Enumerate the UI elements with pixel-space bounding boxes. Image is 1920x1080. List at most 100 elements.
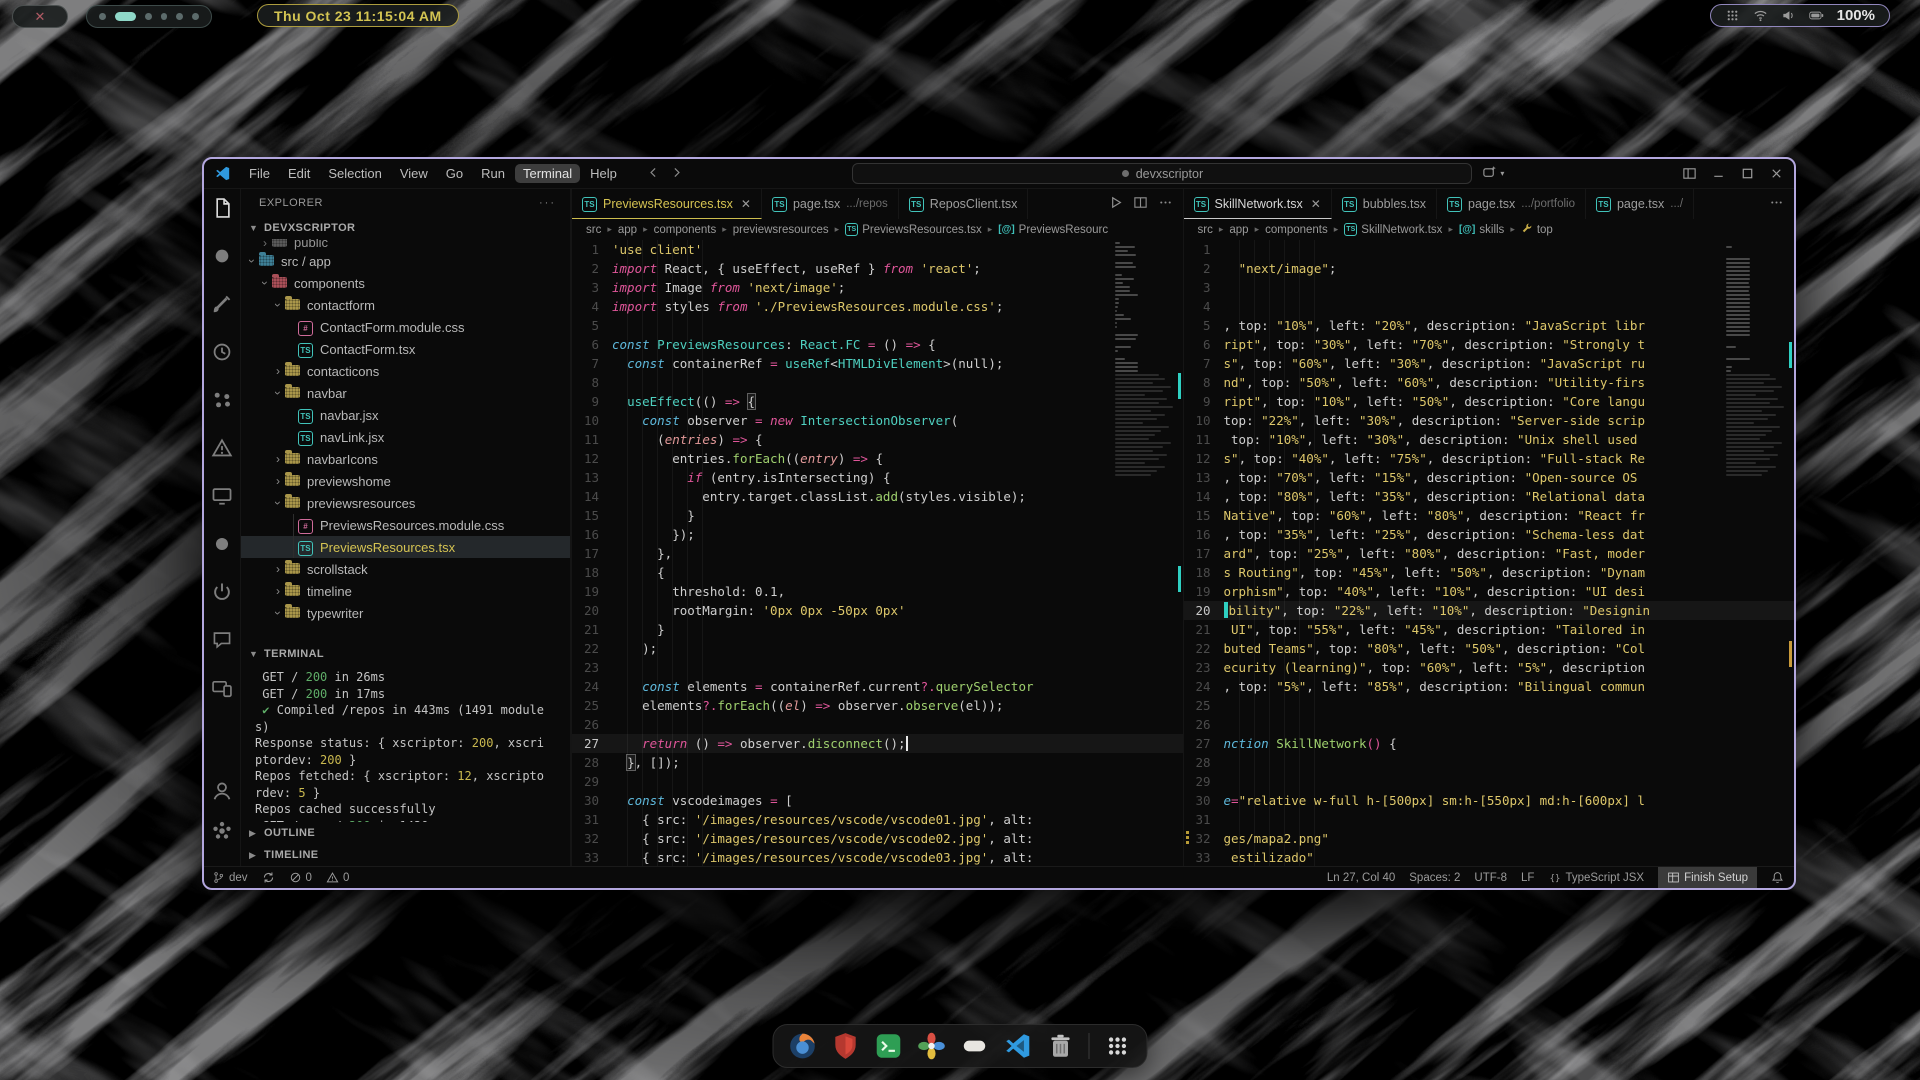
tab-page-tsx[interactable]: TSpage.tsx.../ [1586, 189, 1694, 219]
status-typescript-jsx[interactable]: {}TypeScript JSX [1548, 871, 1644, 884]
tree-item[interactable]: ›contacticons [241, 360, 570, 382]
menu-run[interactable]: Run [473, 164, 513, 183]
dock-terminal-icon[interactable] [874, 1031, 904, 1061]
section-timeline[interactable]: ▶TIMELINE [241, 844, 570, 866]
breadcrumb-item[interactable]: previewsresources [733, 224, 829, 236]
breadcrumb-item[interactable]: src [1198, 224, 1213, 236]
settings-icon[interactable] [211, 820, 233, 842]
status-0[interactable]: 0 [289, 871, 312, 884]
breadcrumb-item[interactable]: [@]PreviewsResourc [998, 224, 1108, 236]
brush-icon[interactable] [211, 293, 233, 315]
status-sync[interactable] [262, 871, 275, 884]
breadcrumb-item[interactable]: app [1229, 224, 1248, 236]
extensions-icon[interactable] [211, 389, 233, 411]
record-icon[interactable] [211, 533, 233, 555]
account-icon[interactable] [211, 780, 233, 802]
files-icon[interactable] [211, 197, 233, 219]
split-icon[interactable] [1133, 195, 1148, 213]
status-lf[interactable]: LF [1521, 872, 1534, 884]
maximize-button[interactable] [1740, 166, 1755, 181]
dock-capsule-icon[interactable] [960, 1031, 990, 1061]
tree-item[interactable]: ›navbar [241, 382, 570, 404]
dock-browser-icon[interactable] [788, 1031, 818, 1061]
power-icon[interactable] [211, 581, 233, 603]
breadcrumb-item[interactable]: TSPreviewsResources.tsx [845, 223, 982, 236]
workspace-dot[interactable] [176, 13, 183, 20]
tab-bubbles-tsx[interactable]: TSbubbles.tsx [1332, 189, 1437, 219]
nav-forward-icon[interactable] [670, 166, 683, 182]
explorer-more-icon[interactable]: ··· [539, 197, 556, 209]
breadcrumb-item[interactable]: components [654, 224, 717, 236]
history-icon[interactable] [211, 341, 233, 363]
terminal-section-header[interactable]: ▼ TERMINAL [241, 643, 570, 665]
close-button[interactable] [1769, 166, 1784, 181]
breadcrumb-item[interactable]: src [586, 224, 601, 236]
nav-back-icon[interactable] [647, 166, 660, 182]
search-icon[interactable] [211, 245, 233, 267]
status-ln-27-col-40[interactable]: Ln 27, Col 40 [1327, 872, 1395, 884]
code-editor[interactable]: 1'use client'2import React, { useEffect,… [572, 240, 1183, 866]
tree-item[interactable]: ›previewsresources [241, 492, 570, 514]
menu-help[interactable]: Help [582, 164, 625, 183]
breadcrumb-item[interactable]: TSSkillNetwork.tsx [1344, 223, 1442, 236]
run-icon[interactable] [1108, 195, 1123, 213]
workspace-dot[interactable] [161, 13, 168, 20]
tab-reposclient-tsx[interactable]: TSReposClient.tsx [899, 189, 1029, 219]
status-bell[interactable] [1771, 871, 1784, 884]
status-utf-8[interactable]: UTF-8 [1474, 872, 1507, 884]
tree-item[interactable]: ›typewriter [241, 602, 570, 624]
menu-go[interactable]: Go [438, 164, 471, 183]
tree-item[interactable]: #PreviewsResources.module.css [241, 514, 570, 536]
minimap[interactable] [1726, 242, 1792, 866]
menu-file[interactable]: File [241, 164, 278, 183]
tree-item[interactable]: ›components [241, 272, 570, 294]
tree-item[interactable]: ›previewshome [241, 470, 570, 492]
section-outline[interactable]: ▶OUTLINE [241, 822, 570, 844]
dock-vscode-icon[interactable] [1003, 1031, 1033, 1061]
tree-item[interactable]: ›src / app [241, 250, 570, 272]
tab-page-tsx[interactable]: TSpage.tsx.../portfolio [1437, 189, 1586, 219]
minimize-button[interactable] [1711, 166, 1726, 181]
tree-item[interactable]: #ContactForm.module.css [241, 316, 570, 338]
alert-icon[interactable] [211, 437, 233, 459]
tree-item[interactable]: ›scrollstack [241, 558, 570, 580]
more-icon[interactable] [1769, 195, 1784, 213]
dock-shield-icon[interactable] [831, 1031, 861, 1061]
tab-skillnetwork-tsx[interactable]: TSSkillNetwork.tsx✕ [1184, 189, 1332, 219]
command-center-search[interactable]: devxscriptor [852, 163, 1472, 184]
tree-item[interactable]: TSnavbar.jsx [241, 404, 570, 426]
system-status-pill[interactable]: 100% [1710, 4, 1890, 27]
tree-item[interactable]: TSPreviewsResources.tsx [241, 536, 570, 558]
chat-icon[interactable] [211, 629, 233, 651]
more-icon[interactable] [1158, 195, 1173, 213]
tree-item[interactable]: ›contactform [241, 294, 570, 316]
workspace-pill[interactable] [86, 5, 212, 28]
panel-button[interactable] [1682, 166, 1697, 181]
workspace-active-indicator[interactable] [115, 12, 136, 21]
menu-view[interactable]: View [392, 164, 436, 183]
tab-close-icon[interactable]: ✕ [741, 197, 751, 211]
breadcrumb-item[interactable]: components [1265, 224, 1328, 236]
minimap[interactable] [1115, 242, 1181, 866]
breadcrumb-item[interactable]: top [1521, 222, 1553, 237]
menu-selection[interactable]: Selection [320, 164, 389, 183]
terminal-output[interactable]: GET / 200 in 26ms GET / 200 in 17ms ✔ Co… [241, 665, 559, 822]
tree-item[interactable]: ›public [241, 239, 570, 250]
dock-trash-icon[interactable] [1046, 1031, 1076, 1061]
tree-item[interactable]: ›timeline [241, 580, 570, 602]
dock-apps-icon[interactable] [1103, 1031, 1133, 1061]
workspace-dot[interactable] [99, 13, 106, 20]
status-spaces-2[interactable]: Spaces: 2 [1409, 872, 1460, 884]
devices-icon[interactable] [211, 677, 233, 699]
workspace-dot[interactable] [145, 13, 152, 20]
tree-item[interactable]: TSContactForm.tsx [241, 338, 570, 360]
menu-edit[interactable]: Edit [280, 164, 318, 183]
workspace-dot[interactable] [192, 13, 199, 20]
status-0[interactable]: 0 [326, 871, 349, 884]
breadcrumb-item[interactable]: [@]skills [1459, 224, 1504, 236]
system-close-button[interactable]: ✕ [12, 5, 68, 28]
workspace-root[interactable]: ▼ DEVXSCRIPTOR [241, 217, 570, 239]
status-dev[interactable]: dev [212, 871, 248, 884]
monitor-icon[interactable] [211, 485, 233, 507]
tree-item[interactable]: ›navbarIcons [241, 448, 570, 470]
